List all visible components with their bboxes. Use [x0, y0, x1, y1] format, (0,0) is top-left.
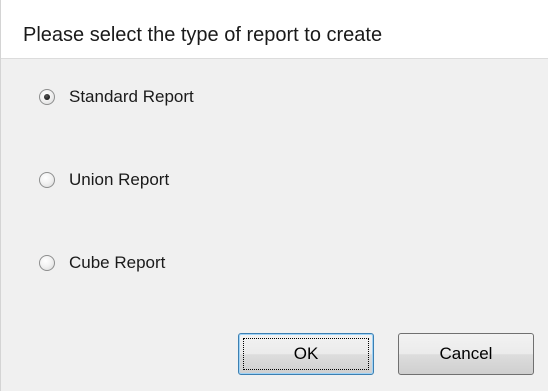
- radio-option-standard-report[interactable]: Standard Report: [39, 84, 194, 110]
- radio-option-cube-report[interactable]: Cube Report: [39, 250, 165, 276]
- radio-button-union-report[interactable]: [39, 172, 55, 188]
- radio-option-union-report[interactable]: Union Report: [39, 167, 169, 193]
- radio-label-cube-report[interactable]: Cube Report: [69, 253, 165, 273]
- radio-button-standard-report[interactable]: [39, 89, 55, 105]
- radio-button-cube-report[interactable]: [39, 255, 55, 271]
- radio-label-union-report[interactable]: Union Report: [69, 170, 169, 190]
- ok-button-label: OK: [293, 344, 319, 363]
- cancel-button-label: Cancel: [439, 344, 493, 363]
- dialog-title: Please select the type of report to crea…: [23, 24, 383, 46]
- report-type-dialog: Please select the type of report to crea…: [0, 0, 548, 391]
- radio-label-standard-report[interactable]: Standard Report: [69, 87, 194, 107]
- ok-button[interactable]: OK: [238, 333, 374, 375]
- dialog-header: Please select the type of report to crea…: [1, 0, 548, 59]
- cancel-button[interactable]: Cancel: [398, 333, 534, 375]
